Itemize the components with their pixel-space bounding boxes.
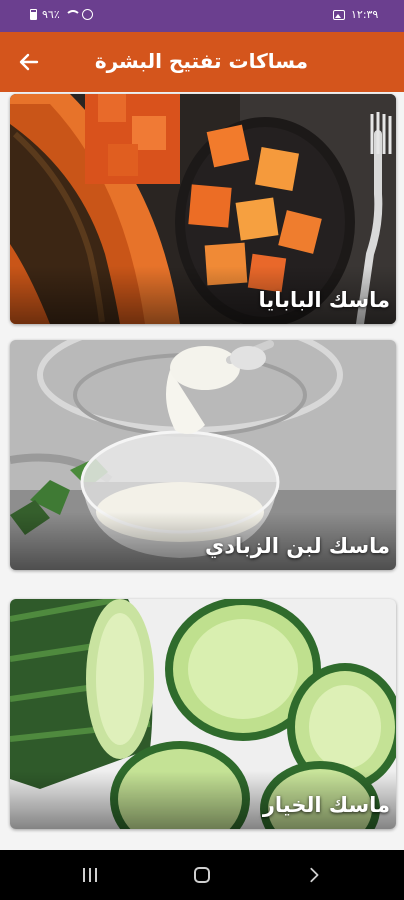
- home-button[interactable]: [190, 864, 214, 886]
- status-right: ١٢:٣٩: [333, 8, 378, 21]
- status-bar: ١٢:٣٩ ٩٦٪: [0, 0, 404, 32]
- back-button[interactable]: [14, 47, 44, 77]
- battery-icon: [30, 9, 37, 20]
- arrow-left-icon: [19, 53, 39, 71]
- nav-back-button[interactable]: [302, 864, 326, 886]
- recent-apps-button[interactable]: [78, 864, 102, 886]
- card-cucumber-mask[interactable]: ماسك الخيار: [10, 599, 396, 829]
- alarm-icon: [81, 9, 93, 20]
- card-papaya-mask[interactable]: ماسك البابايا: [10, 94, 396, 324]
- card-caption: ماسك البابايا: [258, 288, 391, 312]
- status-time: ١٢:٣٩: [351, 8, 379, 21]
- card-yogurt-mask[interactable]: ماسك لبن الزبادي: [10, 340, 396, 570]
- chevron-right-icon: [310, 867, 319, 883]
- page-title: مساكات تفتيح البشرة: [94, 49, 308, 73]
- battery-level: ٩٦٪: [42, 8, 60, 21]
- home-icon: [194, 867, 210, 883]
- mask-list: ماسك البابايا ماسك لبن الزبادي ماسك الخي…: [0, 92, 404, 850]
- status-left: ٩٦٪: [30, 8, 93, 21]
- system-nav-bar: [0, 850, 404, 900]
- app-bar: مساكات تفتيح البشرة: [0, 32, 404, 92]
- gallery-icon: [333, 9, 345, 20]
- card-caption: ماسك لبن الزبادي: [204, 534, 390, 558]
- card-caption: ماسك الخيار: [262, 793, 390, 817]
- recent-apps-icon: [83, 868, 97, 882]
- wifi-icon: [64, 9, 81, 20]
